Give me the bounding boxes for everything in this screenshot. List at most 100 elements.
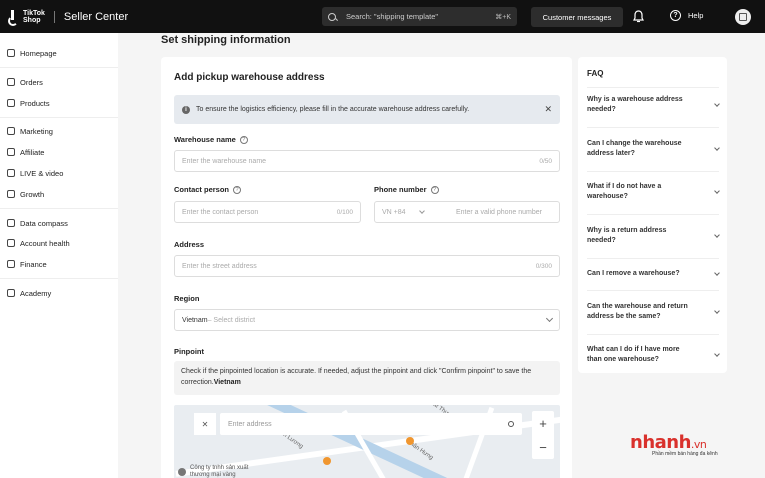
map-poi-icon[interactable] (178, 468, 186, 476)
faq-item[interactable]: Can I change the warehouse address later… (587, 139, 720, 159)
region-label: Region (174, 294, 200, 303)
chevron-down-icon (714, 351, 720, 357)
data-icon (7, 219, 15, 227)
nhanh-watermark: nhanh.vn Phần mềm bán hàng đa kênh (630, 432, 718, 457)
label-text: Phone number (374, 185, 427, 194)
faq-question: Why is a warehouse address needed? (587, 96, 683, 113)
sidebar-item-label: Account health (20, 238, 70, 248)
divider (587, 334, 719, 335)
help-button[interactable]: ? Help (670, 10, 703, 21)
help-label: Help (688, 11, 704, 20)
avatar[interactable] (735, 9, 751, 25)
info-icon: i (182, 105, 190, 114)
input-placeholder: Enter the warehouse name (182, 157, 267, 165)
chevron-down-icon (714, 270, 720, 276)
region-placeholder: – Select district (207, 316, 256, 324)
chevron-down-icon (714, 188, 720, 194)
sidebar-item-homepage[interactable]: Homepage (7, 47, 57, 59)
char-counter: 0/50 (539, 157, 552, 165)
sidebar-item-label: Homepage (20, 48, 57, 58)
search-placeholder: Search: "shipping template" (346, 12, 439, 21)
faq-item[interactable]: Can I remove a warehouse? (587, 269, 720, 279)
divider (587, 258, 719, 259)
sidebar-item-orders[interactable]: Orders (7, 76, 43, 88)
brand-name: TikTok Shop (23, 9, 45, 24)
faq-question: Why is a return address needed? (587, 227, 667, 244)
map-poi-icon[interactable] (323, 457, 331, 465)
divider (587, 214, 719, 215)
region-select[interactable]: Vietnam – Select district (174, 309, 560, 331)
faq-question: Can the warehouse and return address be … (587, 303, 688, 320)
question-icon[interactable]: ? (233, 185, 242, 194)
question-icon[interactable]: ? (430, 185, 439, 194)
sidebar-item-academy[interactable]: Academy (7, 287, 51, 299)
address-label: Address (174, 240, 205, 249)
country-code-select[interactable]: VN +84 (382, 208, 442, 216)
live-icon (7, 169, 15, 177)
address-input[interactable]: Enter the street address 0/300 (174, 255, 560, 277)
map-search-placeholder: Enter address (228, 420, 272, 428)
chevron-down-icon (714, 145, 720, 151)
divider (0, 208, 118, 209)
faq-item[interactable]: Why is a return address needed? (587, 226, 720, 246)
faq-item[interactable]: Why is a warehouse address needed? (587, 95, 720, 115)
sidebar-item-label: Orders (20, 77, 43, 87)
phone-number-input[interactable]: VN +84 Enter a valid phone number (374, 201, 560, 223)
notice-text: To ensure the logistics efficiency, plea… (196, 106, 470, 113)
sidebar: Homepage Orders Products Marketing Affil… (0, 33, 118, 478)
map-poi-icon[interactable] (406, 437, 414, 445)
search-icon (508, 421, 514, 427)
orders-icon (7, 78, 15, 86)
sidebar-item-data-compass[interactable]: Data compass (7, 217, 68, 229)
zoom-out-button[interactable]: − (532, 435, 554, 459)
search-shortcut: ⌘+K (495, 13, 511, 21)
bell-icon[interactable] (633, 10, 644, 23)
tiktok-shop-logo[interactable]: TikTok Shop Seller Center (8, 9, 128, 26)
sidebar-item-label: Finance (20, 259, 47, 269)
sidebar-item-label: Affiliate (20, 147, 45, 157)
customer-messages-button[interactable]: Customer messages (531, 7, 623, 27)
help-icon: ? (670, 10, 681, 21)
chevron-down-icon (714, 308, 720, 314)
faq-title: FAQ (587, 69, 604, 78)
faq-item[interactable]: What if I do not have a warehouse? (587, 182, 720, 202)
zoom-in-button[interactable]: + (532, 411, 554, 435)
input-placeholder: Enter the street address (182, 262, 257, 270)
chevron-down-icon (545, 314, 554, 323)
faq-question: What can I do if I have more than one wa… (587, 346, 680, 363)
sidebar-item-marketing[interactable]: Marketing (7, 125, 53, 137)
sidebar-item-finance[interactable]: Finance (7, 258, 47, 270)
sidebar-item-live-video[interactable]: LIVE & video (7, 167, 63, 179)
chevron-down-icon (418, 208, 425, 214)
divider (0, 67, 118, 68)
pinpoint-hint: Check if the pinpointed location is accu… (174, 361, 560, 395)
home-icon (7, 49, 15, 57)
contact-person-input[interactable]: Enter the contact person 0/100 (174, 201, 361, 223)
watermark-tagline: Phần mềm bán hàng đa kênh (652, 451, 718, 457)
sidebar-item-affiliate[interactable]: Affiliate (7, 146, 44, 158)
map-search-input[interactable]: Enter address (220, 413, 522, 435)
close-icon[interactable]: ✕ (194, 413, 216, 435)
input-placeholder: Enter the contact person (182, 208, 259, 216)
watermark-logo-text: nhanh (630, 432, 691, 453)
warehouse-form-card: Add pickup warehouse address i To ensure… (161, 57, 572, 478)
divider (587, 290, 719, 291)
chevron-down-icon (714, 101, 720, 107)
chevron-down-icon (714, 232, 720, 238)
finance-icon (7, 260, 15, 268)
divider (587, 127, 719, 128)
faq-item[interactable]: Can the warehouse and return address be … (587, 302, 720, 322)
close-icon[interactable]: ✕ (544, 104, 552, 115)
nhanh-logo: nhanh.vn (630, 432, 718, 453)
sidebar-item-products[interactable]: Products (7, 97, 50, 109)
search-bar[interactable]: Search: "shipping template" ⌘+K (322, 7, 517, 26)
question-icon[interactable]: ? (239, 135, 248, 144)
sidebar-item-label: Growth (20, 189, 45, 199)
sidebar-item-account-health[interactable]: Account health (7, 237, 70, 249)
map-view[interactable]: Tôn Thất Thuyệt Cầu Thầm Lương Nhân Hưng… (174, 405, 560, 478)
pinpoint-country: Vietnam (213, 378, 241, 386)
input-placeholder: Enter a valid phone number (456, 208, 542, 216)
faq-item[interactable]: What can I do if I have more than one wa… (587, 345, 720, 365)
sidebar-item-growth[interactable]: Growth (7, 188, 44, 200)
warehouse-name-input[interactable]: Enter the warehouse name 0/50 (174, 150, 560, 172)
